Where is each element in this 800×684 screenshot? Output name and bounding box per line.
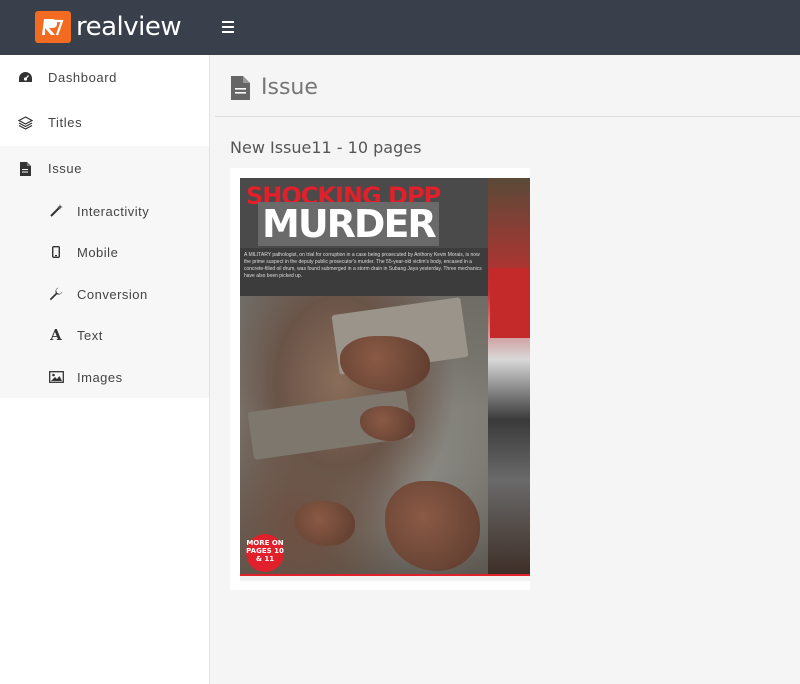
cover-body-text: A MILITARY pathologist, on trial for cor…: [244, 252, 482, 279]
sidebar-subitem-images[interactable]: Images: [0, 357, 209, 397]
sidebar-subitem-interactivity[interactable]: Interactivity: [0, 191, 209, 231]
page-title: Issue: [261, 75, 318, 100]
document-icon: [17, 161, 33, 177]
cover-image: SHOCKING DPP MURDER A MILITARY pathologi…: [240, 178, 530, 581]
mobile-icon: [48, 244, 64, 260]
document-icon: [230, 76, 250, 105]
cover-side-photo: [488, 178, 530, 581]
sidebar-subitem-mobile[interactable]: Mobile: [0, 232, 209, 272]
sidebar-subitem-text[interactable]: A Text: [0, 315, 209, 355]
brand-name: realview: [76, 12, 182, 42]
cover-side-truck: [490, 268, 530, 338]
brand-logo[interactable]: realview: [35, 11, 182, 43]
sidebar-item-issue[interactable]: Issue: [0, 146, 209, 191]
cover-masthead: SHOCKING DPP MURDER: [240, 178, 488, 248]
issue-heading: New Issue11 - 10 pages: [230, 138, 422, 157]
layers-icon: [17, 115, 33, 131]
sidebar-subitem-label: Mobile: [77, 244, 119, 260]
realview-logo-icon: [35, 11, 71, 43]
sidebar-subitem-label: Interactivity: [77, 203, 150, 219]
sidebar-subitem-label: Text: [77, 327, 103, 343]
sidebar-item-dashboard[interactable]: Dashboard: [0, 55, 209, 100]
sidebar-item-titles[interactable]: Titles: [0, 100, 209, 145]
page-header: Issue: [215, 60, 800, 117]
sidebar-item-label: Dashboard: [48, 70, 117, 85]
cover-footer: [240, 574, 530, 581]
sidebar-subitem-conversion[interactable]: Conversion: [0, 274, 209, 314]
sidebar: Dashboard Titles Issue Interactivity Mob…: [0, 55, 210, 684]
cover-badge: MORE ON PAGES 10 & 11: [246, 534, 284, 572]
dashboard-icon: [17, 70, 33, 86]
issue-submenu: Interactivity Mobile Conversion A Text I…: [0, 191, 209, 398]
sidebar-item-label: Issue: [48, 161, 83, 176]
wrench-icon: [48, 286, 64, 302]
sidebar-subitem-label: Conversion: [77, 286, 148, 302]
sidebar-item-label: Titles: [48, 115, 83, 130]
cover-headline-main: MURDER: [258, 202, 439, 246]
top-navbar: realview: [0, 0, 800, 55]
image-icon: [48, 369, 64, 385]
sidebar-subitem-label: Images: [77, 369, 123, 385]
issue-cover-thumbnail[interactable]: SHOCKING DPP MURDER A MILITARY pathologi…: [230, 168, 530, 590]
font-icon: A: [50, 326, 62, 344]
hamburger-icon[interactable]: [222, 18, 240, 38]
magic-wand-icon: [48, 203, 64, 219]
